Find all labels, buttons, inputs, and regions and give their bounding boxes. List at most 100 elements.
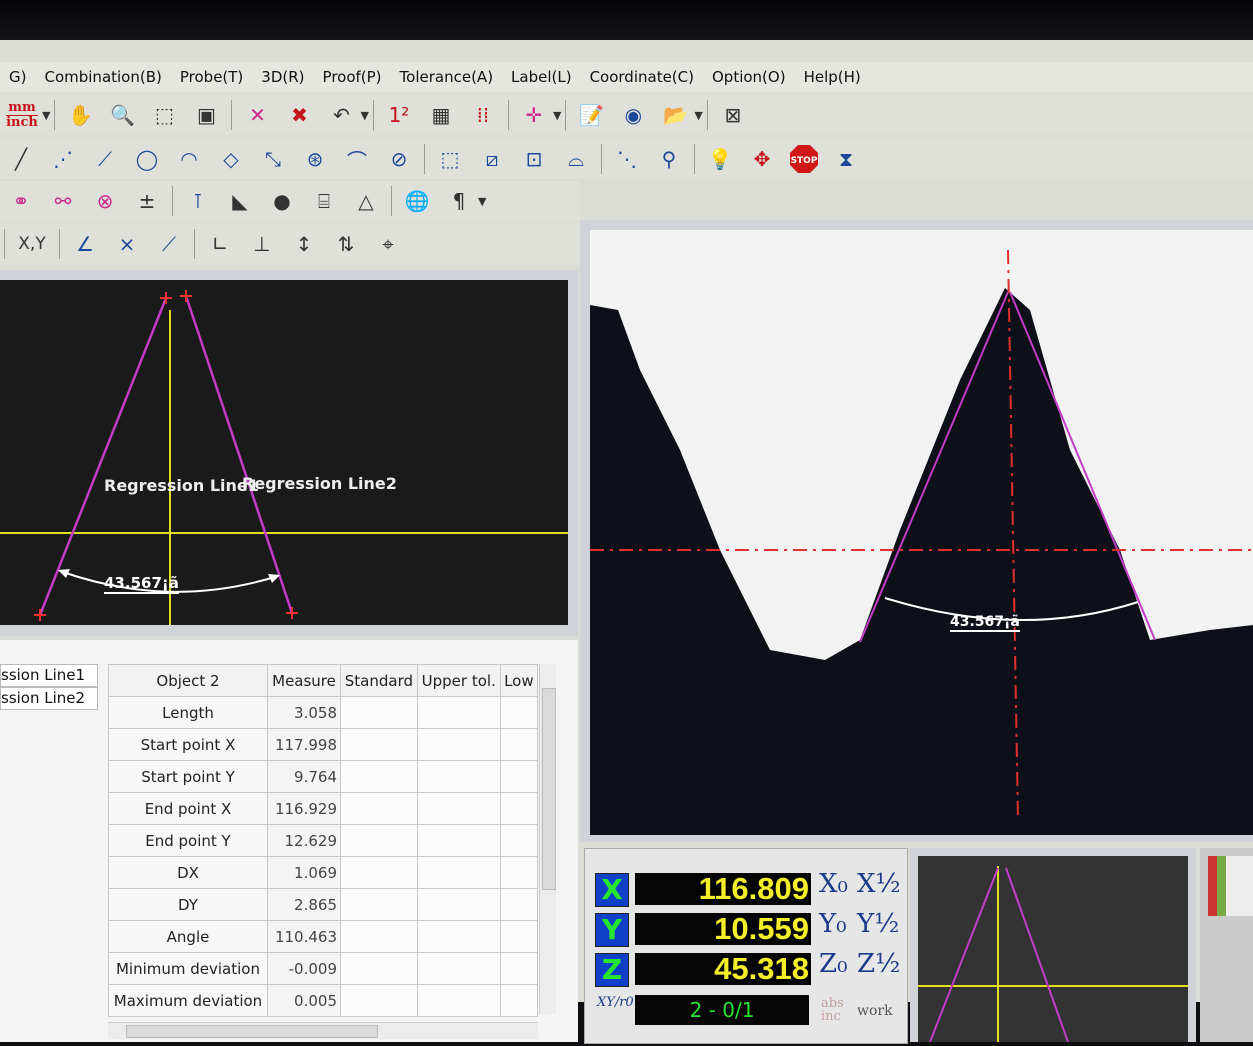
vertical-scrollbar[interactable]	[539, 664, 556, 1014]
table-row[interactable]: End point Y 12.629	[108, 824, 539, 857]
baseline-icon[interactable]: ⊥	[244, 226, 280, 262]
circle-icon[interactable]: ◯	[129, 141, 165, 177]
table-row[interactable]: Minimum deviation -0.009	[108, 952, 539, 985]
row-empty-cell[interactable]	[499, 760, 539, 793]
row-empty-cell[interactable]	[340, 824, 418, 857]
row-empty-cell[interactable]	[499, 792, 539, 825]
row-empty-cell[interactable]	[416, 824, 501, 857]
row-empty-cell[interactable]	[416, 728, 501, 761]
origin-icon[interactable]: ∟	[202, 226, 238, 262]
camera-icon[interactable]: ◉	[615, 97, 651, 133]
step-distance-icon[interactable]: ⇅	[328, 226, 364, 262]
row-empty-cell[interactable]	[416, 696, 501, 729]
y-half-button[interactable]: Y½	[857, 909, 899, 939]
horizontal-scrollbar[interactable]	[108, 1022, 538, 1039]
column-header-object[interactable]: Object 2	[108, 664, 268, 697]
menu-item[interactable]: Tolerance(A)	[391, 68, 503, 86]
open-folder-icon[interactable]: 📂	[657, 97, 693, 133]
menu-item[interactable]: Help(H)	[795, 68, 870, 86]
datum-icon[interactable]: ⌖	[370, 226, 406, 262]
menu-item[interactable]: Proof(P)	[314, 68, 391, 86]
point-icon[interactable]: ⋰	[45, 141, 81, 177]
select-box-icon[interactable]: ⬚	[146, 97, 182, 133]
table-row[interactable]: Start point X 117.998	[108, 728, 539, 761]
row-empty-cell[interactable]	[499, 888, 539, 921]
column-header-standard[interactable]: Standard	[340, 664, 418, 697]
chevron-down-icon[interactable]: ▼	[42, 109, 50, 122]
zoom-icon[interactable]: 🔍	[104, 97, 140, 133]
row-empty-cell[interactable]	[340, 728, 418, 761]
focus-icon[interactable]: ⧗	[828, 141, 864, 177]
row-empty-cell[interactable]	[340, 920, 418, 953]
xy-coordinate-button[interactable]: X,Y	[12, 226, 52, 262]
delete-point-icon[interactable]: ✕	[239, 97, 275, 133]
table-row[interactable]: DX 1.069	[108, 856, 539, 889]
x-axis-button[interactable]: X	[595, 873, 629, 907]
menu-item[interactable]: Probe(T)	[171, 68, 252, 86]
delete-icon[interactable]: ✖	[281, 97, 317, 133]
menu-item[interactable]: Option(O)	[703, 68, 795, 86]
search-icon[interactable]: ⚲	[651, 141, 687, 177]
grid-icon[interactable]: ▦	[423, 97, 459, 133]
line-measure-icon[interactable]: ⟋	[87, 141, 123, 177]
table-row[interactable]: Length 3.058	[108, 696, 539, 729]
edge-probe-icon[interactable]: ⊘	[381, 141, 417, 177]
rectangle-icon[interactable]: ◇	[213, 141, 249, 177]
column-header-measure[interactable]: Measure	[267, 664, 341, 697]
row-empty-cell[interactable]	[340, 984, 418, 1017]
mini-preview[interactable]	[918, 856, 1188, 1043]
zoom-window-icon[interactable]: ▣	[188, 97, 224, 133]
menu-item[interactable]: G)	[0, 68, 35, 86]
circle-link-icon[interactable]: ⊗	[87, 183, 123, 219]
row-empty-cell[interactable]	[340, 760, 418, 793]
row-empty-cell[interactable]	[416, 984, 501, 1017]
chevron-down-icon[interactable]: ▼	[694, 109, 702, 122]
point-link-icon[interactable]: ⚯	[45, 183, 81, 219]
row-empty-cell[interactable]	[499, 728, 539, 761]
row-empty-cell[interactable]	[340, 792, 418, 825]
row-empty-cell[interactable]	[340, 888, 418, 921]
row-empty-cell[interactable]	[340, 696, 418, 729]
row-empty-cell[interactable]	[416, 888, 501, 921]
plane-icon[interactable]: ◣	[222, 183, 258, 219]
table-row[interactable]: Angle 110.463	[108, 920, 539, 953]
scan-icon[interactable]: ⋱	[609, 141, 645, 177]
row-empty-cell[interactable]	[499, 696, 539, 729]
menu-item[interactable]: Coordinate(C)	[581, 68, 703, 86]
arc-region-icon[interactable]: ⌓	[558, 141, 594, 177]
table-row[interactable]: Maximum deviation 0.005	[108, 984, 539, 1017]
regression-line-2[interactable]	[184, 295, 294, 614]
regression-line-1[interactable]	[38, 297, 168, 616]
chevron-down-icon[interactable]: ▼	[553, 109, 561, 122]
crosshair-icon[interactable]: ✛	[516, 97, 552, 133]
column-header-upper-tol[interactable]: Upper tol.	[416, 664, 501, 697]
menu-item[interactable]: Label(L)	[502, 68, 581, 86]
object-list-item[interactable]: ssion Line2	[0, 687, 98, 710]
row-empty-cell[interactable]	[499, 984, 539, 1017]
globe-icon[interactable]: 🌐	[399, 183, 435, 219]
z-zero-button[interactable]: Z₀	[819, 949, 848, 979]
unit-toggle-button[interactable]: mm inch	[0, 97, 44, 133]
cylinder-icon[interactable]: ⌸	[306, 183, 342, 219]
angle-icon[interactable]: ∠	[67, 226, 103, 262]
z-half-button[interactable]: Z½	[857, 949, 900, 979]
move-icon[interactable]: ✥	[744, 141, 780, 177]
line-probe-icon[interactable]: ⤡	[255, 141, 291, 177]
camera-view[interactable]: 43.567¡ã	[590, 230, 1253, 835]
cone-icon[interactable]: △	[348, 183, 384, 219]
slant-angle-icon[interactable]: ⟋	[151, 226, 187, 262]
arc-icon[interactable]: ◠	[171, 141, 207, 177]
row-empty-cell[interactable]	[340, 952, 418, 985]
y-axis-button[interactable]: Y	[595, 913, 629, 947]
row-empty-cell[interactable]	[340, 856, 418, 889]
diagonal-icon[interactable]: ⧄	[474, 141, 510, 177]
row-empty-cell[interactable]	[499, 920, 539, 953]
row-empty-cell[interactable]	[416, 792, 501, 825]
row-empty-cell[interactable]	[416, 760, 501, 793]
column-header-low[interactable]: Low	[499, 664, 539, 697]
region-icon[interactable]: ⬚	[432, 141, 468, 177]
arc-probe-icon[interactable]: ⌒	[339, 141, 375, 177]
report-icon[interactable]: 📝	[573, 97, 609, 133]
chevron-down-icon[interactable]: ▼	[478, 195, 486, 208]
y-zero-button[interactable]: Y₀	[819, 909, 847, 939]
